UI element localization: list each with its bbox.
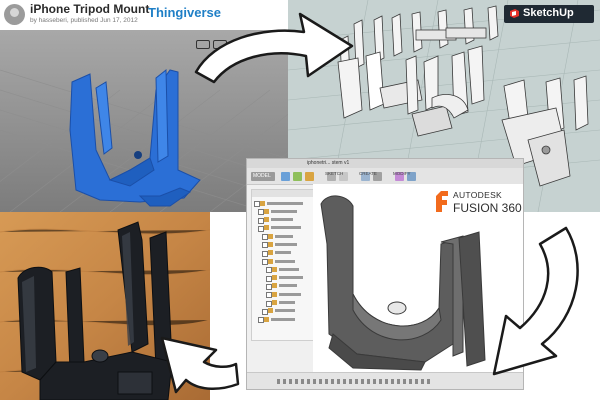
tree-row[interactable] [252,224,314,232]
user-avatar[interactable] [4,4,25,25]
tree-row[interactable] [252,290,314,299]
sketch-tool-icon[interactable] [281,172,290,181]
extrude-tool-icon[interactable] [293,172,302,181]
create-menu[interactable]: CREATE [359,171,377,176]
revolve-tool-icon[interactable] [305,172,314,181]
fusion-titlebar: iphonetri... stem v1 [247,159,523,168]
fusion360-logo: AUTODESK FUSION 360 [431,184,523,220]
tree-row[interactable] [252,274,314,282]
fusion360-label: FUSION 360 [453,201,522,215]
fusion-logo-icon [436,191,448,212]
modify-menu[interactable]: MODIFY [393,171,411,176]
sketchup-logo-icon [510,9,519,18]
sketchup-badge: SketchUp [504,5,594,23]
thing-byline: by hasseberi, published Jun 17, 2012 [30,17,138,24]
workspace-label: MODEL [253,173,271,179]
fusion-browser-tree [251,189,315,341]
document-tab[interactable]: iphonetri... stem v1 [307,160,349,166]
tree-row[interactable] [252,240,314,249]
tree-row[interactable] [252,299,314,307]
glasses-icon[interactable] [196,40,210,49]
viewer-toolbar [196,36,256,49]
tree-row[interactable] [252,315,314,324]
fusion-toolbar: MODEL [247,168,523,185]
thing-title[interactable]: iPhone Tripod Mount [30,2,149,16]
tree-row[interactable] [252,216,314,224]
tree-row[interactable] [252,257,314,266]
view-icon[interactable] [213,40,227,49]
fusion360-panel: iphonetri... stem v1 MODEL SKETCH CREATE… [246,158,524,390]
thingiverse-brand[interactable]: Thingiverse [148,5,221,20]
autodesk-label: AUTODESK [453,190,503,200]
sketch-menu[interactable]: SKETCH [325,171,343,176]
printed-part-photo [0,212,210,400]
workspace-selector[interactable]: MODEL [251,172,275,181]
tree-row[interactable] [252,207,314,216]
tree-row[interactable] [252,232,314,241]
browser-header [252,190,314,197]
thingiverse-header: iPhone Tripod Mount by hasseberi, publis… [0,0,292,30]
tree-row[interactable] [252,282,314,290]
tree-row[interactable] [252,307,314,315]
sketchup-brand-label: SketchUp [523,7,574,19]
photo-image [0,212,210,400]
fusion-timeline[interactable] [247,372,523,389]
tree-row[interactable] [252,199,314,207]
tree-row[interactable] [252,265,314,274]
tree-row[interactable] [252,249,314,257]
